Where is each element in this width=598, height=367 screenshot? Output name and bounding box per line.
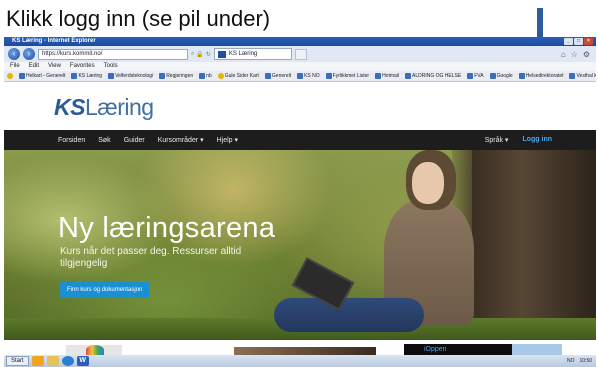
favorite-link[interactable]: ALDRING OG HELSE [405,71,461,81]
hero-title: Ny læringsarena [58,212,276,244]
favorite-link[interactable]: Google [489,71,513,81]
search-icon[interactable]: ⌕ [191,51,194,58]
browser-title-bar: KS Læring - Internet Explorer _ □ × [4,37,596,46]
internet-explorer-icon[interactable] [61,356,74,366]
star-icon [7,73,13,79]
favorite-link[interactable]: nb [199,71,212,81]
logo-text: Læring [84,94,154,120]
find-courses-button[interactable]: Finn kurs og dokumentasjon [60,282,150,298]
window-controls: _ □ × [564,38,593,45]
maximize-icon[interactable]: □ [574,38,583,45]
media-app-icon[interactable] [31,356,44,366]
refresh-icon[interactable]: ↻ [206,51,211,58]
system-tray: NO 10:50 [567,358,592,364]
woman-face [412,162,444,204]
featured-thumb-1[interactable] [66,345,122,355]
close-icon[interactable]: × [584,38,593,45]
forward-button[interactable]: › [23,48,35,60]
nav-item-hjelp[interactable]: Hjelp ▾ [217,136,238,144]
woman-legs [274,298,424,332]
favorite-link[interactable]: Generelt [264,71,291,81]
featured-row: iOppen [4,340,596,355]
featured-thumb-3-side [512,344,562,355]
page-icon [467,73,474,79]
address-bar[interactable]: https://kurs.kommit.no/ [38,48,188,60]
favorites-bar-star[interactable] [7,71,13,81]
instruction-caption: Klikk logg inn (se pil under) [6,6,271,31]
address-tools: ⌕ 🔒 ↻ [191,51,211,58]
site-logo[interactable]: KSLæring [54,94,154,121]
page-icon [217,73,224,79]
language-menu[interactable]: Språk ▾ [485,136,509,144]
nav-right-group: Språk ▾ Logg inn [485,136,552,144]
page-icon [489,73,496,79]
site-navigation: Forsiden Søk Guider Kursområder ▾ Hjelp … [4,130,596,150]
taskbar: Start W NO 10:50 [4,355,596,367]
menu-file[interactable]: File [10,62,20,71]
favorite-link[interactable]: KS Læring [71,71,102,81]
featured-thumb-2[interactable] [234,347,376,355]
start-button[interactable]: Start [6,356,29,366]
page-icon [375,73,382,79]
hero-subtitle: Kurs når det passer deg. Ressurser allti… [60,246,242,269]
nav-item-kursomrader[interactable]: Kursområder ▾ [158,136,204,144]
browser-tab[interactable]: KS Læring [213,48,292,60]
favorite-link[interactable]: KS NO [297,71,320,81]
page-icon [108,73,115,79]
gear-icon[interactable]: ⚙ [583,50,590,59]
nav-item-guider[interactable]: Guider [124,137,145,144]
clock[interactable]: 10:50 [579,358,592,364]
lock-icon[interactable]: 🔒 [196,51,203,58]
page-icon [199,73,206,79]
menu-favorites[interactable]: Favorites [70,62,95,71]
featured-thumb-3[interactable]: iOppen [404,344,512,355]
favorite-link[interactable]: Helsedirektoratet [518,71,563,81]
window-title: KS Læring - Internet Explorer [12,38,96,44]
menu-tools[interactable]: Tools [104,62,118,71]
screenshot-root: Klikk logg inn (se pil under) KS Læring … [0,0,598,367]
page-icon [71,73,78,79]
login-link[interactable]: Logg inn [522,136,552,144]
page-icon [325,73,332,79]
browser-nav-bar: ‹ › https://kurs.kommit.no/ ⌕ 🔒 ↻ KS Lær… [4,46,596,62]
favorite-link[interactable]: Helkart - Generelt [19,71,65,81]
tree-trunk [472,150,596,340]
web-page: KSLæring Forsiden Søk Guider Kursområder… [4,82,596,355]
site-header: KSLæring [4,82,596,130]
browser-menu-bar: File Edit View Favorites Tools [4,62,596,71]
nav-item-sok[interactable]: Søk [98,137,110,144]
favorite-link[interactable]: Gule Sider Kart [217,71,259,81]
favorite-link[interactable]: Fyrlikkmet Lister [325,71,369,81]
folder-icon[interactable] [46,356,59,366]
menu-edit[interactable]: Edit [29,62,39,71]
minimize-icon[interactable]: _ [564,38,573,45]
favorites-star-icon[interactable]: ☆ [571,50,578,59]
menu-view[interactable]: View [48,62,61,71]
favorite-link[interactable]: Regjeringen [159,71,193,81]
logo-ks: KS [54,94,85,120]
word-icon[interactable]: W [76,356,89,366]
page-icon [405,73,412,79]
favorite-link[interactable]: Velferdsteknologi [108,71,153,81]
nav-item-forsiden[interactable]: Forsiden [58,137,85,144]
page-icon [297,73,304,79]
language-indicator[interactable]: NO [567,358,575,364]
favorite-link[interactable]: Hotmail [375,71,399,81]
page-icon [518,73,525,79]
new-tab-button[interactable] [294,48,307,60]
favorite-link[interactable]: FVA [467,71,484,81]
home-icon[interactable]: ⌂ [561,50,566,59]
favorite-link[interactable]: Vesthal kommune - Hjem [569,71,596,81]
page-icon [159,73,166,79]
browser-tools: ⌂ ☆ ⚙ [561,50,590,59]
back-button[interactable]: ‹ [8,48,20,60]
page-icon [569,73,576,79]
hero-banner: Ny læringsarena Kurs når det passer deg.… [4,150,596,340]
page-icon [19,73,25,79]
favorites-bar: Helkart - Generelt KS Læring Velferdstek… [4,71,596,82]
page-icon [264,73,271,79]
